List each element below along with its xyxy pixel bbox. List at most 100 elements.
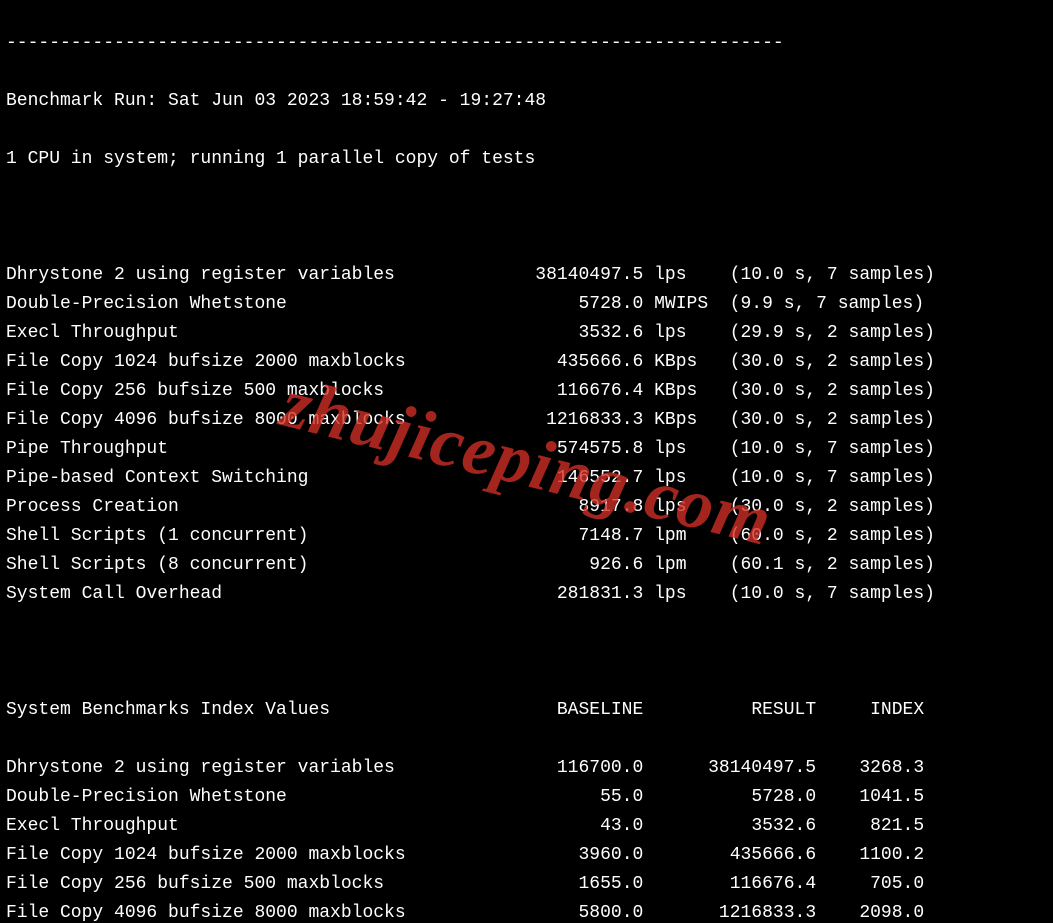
divider-top: ----------------------------------------…: [6, 29, 1047, 58]
index-baseline: 5800.0: [503, 899, 643, 923]
run-line: Benchmark Run: Sat Jun 03 2023 18:59:42 …: [6, 87, 1047, 116]
index-baseline: 43.0: [503, 812, 643, 841]
result-unit: lpm: [654, 551, 719, 580]
result-name: File Copy 1024 bufsize 2000 maxblocks: [6, 348, 503, 377]
result-name: Pipe Throughput: [6, 435, 503, 464]
result-value: 5728.0: [503, 290, 643, 319]
index-name: File Copy 1024 bufsize 2000 maxblocks: [6, 841, 503, 870]
result-unit: lps: [654, 464, 719, 493]
result-samples: (29.9 s, 2 samples): [719, 319, 989, 348]
index-row: File Copy 1024 bufsize 2000 maxblocks396…: [6, 841, 1047, 870]
result-value: 574575.8: [503, 435, 643, 464]
index-result: 3532.6: [643, 812, 816, 841]
result-row: File Copy 1024 bufsize 2000 maxblocks435…: [6, 348, 1047, 377]
blank-line: [6, 203, 1047, 232]
result-row: Shell Scripts (8 concurrent)926.6 lpm(60…: [6, 551, 1047, 580]
index-baseline: 55.0: [503, 783, 643, 812]
result-row: Shell Scripts (1 concurrent)7148.7 lpm(6…: [6, 522, 1047, 551]
index-result: 116676.4: [643, 870, 816, 899]
index-row: Double-Precision Whetstone55.05728.01041…: [6, 783, 1047, 812]
index-header-result: RESULT: [643, 696, 816, 725]
result-unit: lps: [654, 493, 719, 522]
result-unit: MWIPS: [654, 290, 719, 319]
result-value: 281831.3: [503, 580, 643, 609]
index-header-baseline: BASELINE: [503, 696, 643, 725]
result-unit: lps: [654, 580, 719, 609]
index-result: 5728.0: [643, 783, 816, 812]
result-samples: (10.0 s, 7 samples): [719, 464, 989, 493]
result-row: Pipe-based Context Switching146552.7 lps…: [6, 464, 1047, 493]
result-samples: (10.0 s, 7 samples): [719, 261, 989, 290]
result-name: System Call Overhead: [6, 580, 503, 609]
result-value: 3532.6: [503, 319, 643, 348]
result-name: Pipe-based Context Switching: [6, 464, 503, 493]
index-block: Dhrystone 2 using register variables1167…: [6, 754, 1047, 923]
result-name: File Copy 256 bufsize 500 maxblocks: [6, 377, 503, 406]
index-name: Double-Precision Whetstone: [6, 783, 503, 812]
result-samples: (60.0 s, 2 samples): [719, 522, 989, 551]
result-row: Pipe Throughput574575.8 lps(10.0 s, 7 sa…: [6, 435, 1047, 464]
result-samples: (10.0 s, 7 samples): [719, 580, 989, 609]
result-name: Double-Precision Whetstone: [6, 290, 503, 319]
index-name: File Copy 256 bufsize 500 maxblocks: [6, 870, 503, 899]
index-index: 2098.0: [816, 899, 924, 923]
result-value: 435666.6: [503, 348, 643, 377]
result-unit: KBps: [654, 348, 719, 377]
index-index: 3268.3: [816, 754, 924, 783]
index-index: 821.5: [816, 812, 924, 841]
result-row: File Copy 4096 bufsize 8000 maxblocks121…: [6, 406, 1047, 435]
result-unit: lps: [654, 261, 719, 290]
index-baseline: 116700.0: [503, 754, 643, 783]
index-header-title: System Benchmarks Index Values: [6, 696, 503, 725]
index-baseline: 1655.0: [503, 870, 643, 899]
index-result: 1216833.3: [643, 899, 816, 923]
index-row: File Copy 256 bufsize 500 maxblocks1655.…: [6, 870, 1047, 899]
result-name: Execl Throughput: [6, 319, 503, 348]
result-unit: KBps: [654, 406, 719, 435]
result-value: 1216833.3: [503, 406, 643, 435]
index-baseline: 3960.0: [503, 841, 643, 870]
result-name: Dhrystone 2 using register variables: [6, 261, 503, 290]
results-block: Dhrystone 2 using register variables3814…: [6, 261, 1047, 609]
result-unit: lps: [654, 319, 719, 348]
index-name: File Copy 4096 bufsize 8000 maxblocks: [6, 899, 503, 923]
blank-line: [6, 638, 1047, 667]
index-index: 705.0: [816, 870, 924, 899]
result-samples: (9.9 s, 7 samples): [719, 290, 989, 319]
cpu-line: 1 CPU in system; running 1 parallel copy…: [6, 145, 1047, 174]
result-samples: (30.0 s, 2 samples): [719, 377, 989, 406]
index-index: 1041.5: [816, 783, 924, 812]
result-name: Shell Scripts (1 concurrent): [6, 522, 503, 551]
index-index: 1100.2: [816, 841, 924, 870]
result-row: Execl Throughput3532.6 lps(29.9 s, 2 sam…: [6, 319, 1047, 348]
index-row: File Copy 4096 bufsize 8000 maxblocks580…: [6, 899, 1047, 923]
result-name: Process Creation: [6, 493, 503, 522]
result-samples: (30.0 s, 2 samples): [719, 348, 989, 377]
result-unit: lpm: [654, 522, 719, 551]
terminal-output: ----------------------------------------…: [0, 0, 1053, 923]
result-row: File Copy 256 bufsize 500 maxblocks11667…: [6, 377, 1047, 406]
result-unit: lps: [654, 435, 719, 464]
result-value: 146552.7: [503, 464, 643, 493]
index-header-index: INDEX: [816, 696, 924, 725]
index-name: Dhrystone 2 using register variables: [6, 754, 503, 783]
result-samples: (60.1 s, 2 samples): [719, 551, 989, 580]
result-value: 7148.7: [503, 522, 643, 551]
result-value: 116676.4: [503, 377, 643, 406]
index-row: Execl Throughput43.03532.6821.5: [6, 812, 1047, 841]
index-result: 435666.6: [643, 841, 816, 870]
result-name: File Copy 4096 bufsize 8000 maxblocks: [6, 406, 503, 435]
result-samples: (30.0 s, 2 samples): [719, 406, 989, 435]
index-name: Execl Throughput: [6, 812, 503, 841]
result-value: 926.6: [503, 551, 643, 580]
result-row: Process Creation8917.8 lps(30.0 s, 2 sam…: [6, 493, 1047, 522]
result-samples: (30.0 s, 2 samples): [719, 493, 989, 522]
result-row: Dhrystone 2 using register variables3814…: [6, 261, 1047, 290]
result-name: Shell Scripts (8 concurrent): [6, 551, 503, 580]
index-result: 38140497.5: [643, 754, 816, 783]
result-row: System Call Overhead281831.3 lps(10.0 s,…: [6, 580, 1047, 609]
index-header: System Benchmarks Index ValuesBASELINERE…: [6, 696, 1047, 725]
result-value: 8917.8: [503, 493, 643, 522]
result-value: 38140497.5: [503, 261, 643, 290]
result-unit: KBps: [654, 377, 719, 406]
